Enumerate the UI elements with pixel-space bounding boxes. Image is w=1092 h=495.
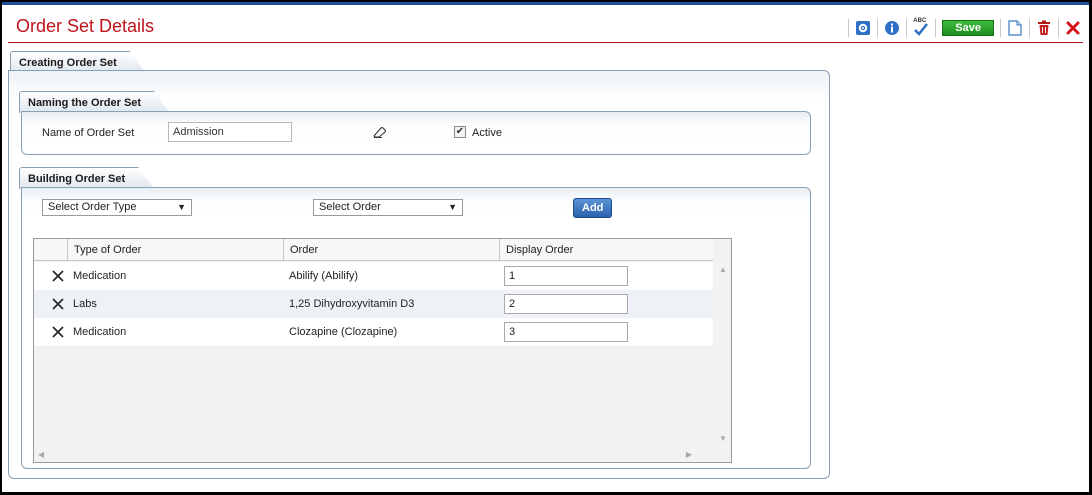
order-type-select[interactable]: Select Order Type ▼ [42,199,192,216]
delete-icon[interactable] [1034,18,1054,38]
settings-icon[interactable] [853,18,873,38]
cell-order: Clozapine (Clozapine) [289,326,398,338]
toolbar-divider [848,19,850,37]
spellcheck-icon[interactable]: ABC [911,18,931,38]
eraser-icon[interactable] [372,125,388,142]
building-order-set-panel: Select Order Type ▼ Select Order ▼ Add T… [21,187,811,469]
display-order-input[interactable]: 1 [504,266,628,286]
active-label: Active [472,127,502,139]
column-header-display-order[interactable]: Display Order [499,239,713,261]
grid-header: Type of Order Order Display Order [34,239,713,261]
display-order-input[interactable]: 2 [504,294,628,314]
toolbar-divider [1000,19,1001,37]
page-title: Order Set Details [16,16,155,36]
column-header-order[interactable]: Order [283,239,499,261]
page-header: Order Set Details ABC Save [8,13,1083,43]
order-set-name-input[interactable] [168,122,292,142]
cell-type: Medication [73,326,127,338]
scroll-up-icon[interactable]: ▲ [719,265,727,274]
remove-row-icon[interactable] [50,268,66,284]
table-row: Medication Clozapine (Clozapine) 3 [34,318,713,346]
chevron-down-icon: ▼ [177,202,186,212]
order-type-select-value: Select Order Type [48,201,137,213]
order-set-window: Order Set Details ABC Save Creating Orde… [2,2,1089,492]
toolbar-divider [1058,19,1059,37]
remove-row-icon[interactable] [50,324,66,340]
cell-order: Abilify (Abilify) [289,270,359,282]
display-order-input[interactable]: 3 [504,322,628,342]
cell-type: Medication [73,270,127,282]
table-row: Medication Abilify (Abilify) 1 [34,262,713,290]
vertical-scrollbar[interactable]: ▲ ▼ [714,261,731,447]
horizontal-scrollbar[interactable]: ◀ ▶ [34,447,713,462]
toolbar-divider [877,19,879,37]
toolbar-divider [906,19,908,37]
toolbar-divider [935,19,937,37]
order-grid: Type of Order Order Display Order Medica… [33,238,732,463]
active-checkbox[interactable]: ✔ [454,126,466,138]
creating-order-set-panel: Naming the Order Set Name of Order Set ✔… [8,70,830,479]
toolbar-divider [1029,19,1030,37]
tab-building-order-set[interactable]: Building Order Set [19,167,154,189]
cell-type: Labs [73,298,97,310]
close-icon[interactable] [1063,18,1083,38]
name-of-order-set-label: Name of Order Set [42,127,135,139]
add-button[interactable]: Add [573,198,613,218]
column-header-type[interactable]: Type of Order [67,239,283,261]
scroll-right-icon[interactable]: ▶ [686,450,692,459]
table-row: Labs 1,25 Dihydroxyvitamin D3 2 [34,290,713,318]
chevron-down-icon: ▼ [448,202,457,212]
scroll-left-icon[interactable]: ◀ [38,450,44,459]
spellcheck-label: ABC [913,18,927,24]
order-select[interactable]: Select Order ▼ [313,199,463,216]
order-select-value: Select Order [319,201,381,213]
document-icon[interactable] [1005,18,1025,38]
scroll-down-icon[interactable]: ▼ [719,434,727,443]
cell-order: 1,25 Dihydroxyvitamin D3 [289,298,415,310]
naming-order-set-panel: Name of Order Set ✔ Active [21,111,811,155]
tab-naming-order-set[interactable]: Naming the Order Set [19,91,170,113]
toolbar: ABC Save [844,17,1083,39]
info-icon[interactable] [882,18,902,38]
remove-row-icon[interactable] [50,296,66,312]
save-button[interactable]: Save [942,20,994,36]
